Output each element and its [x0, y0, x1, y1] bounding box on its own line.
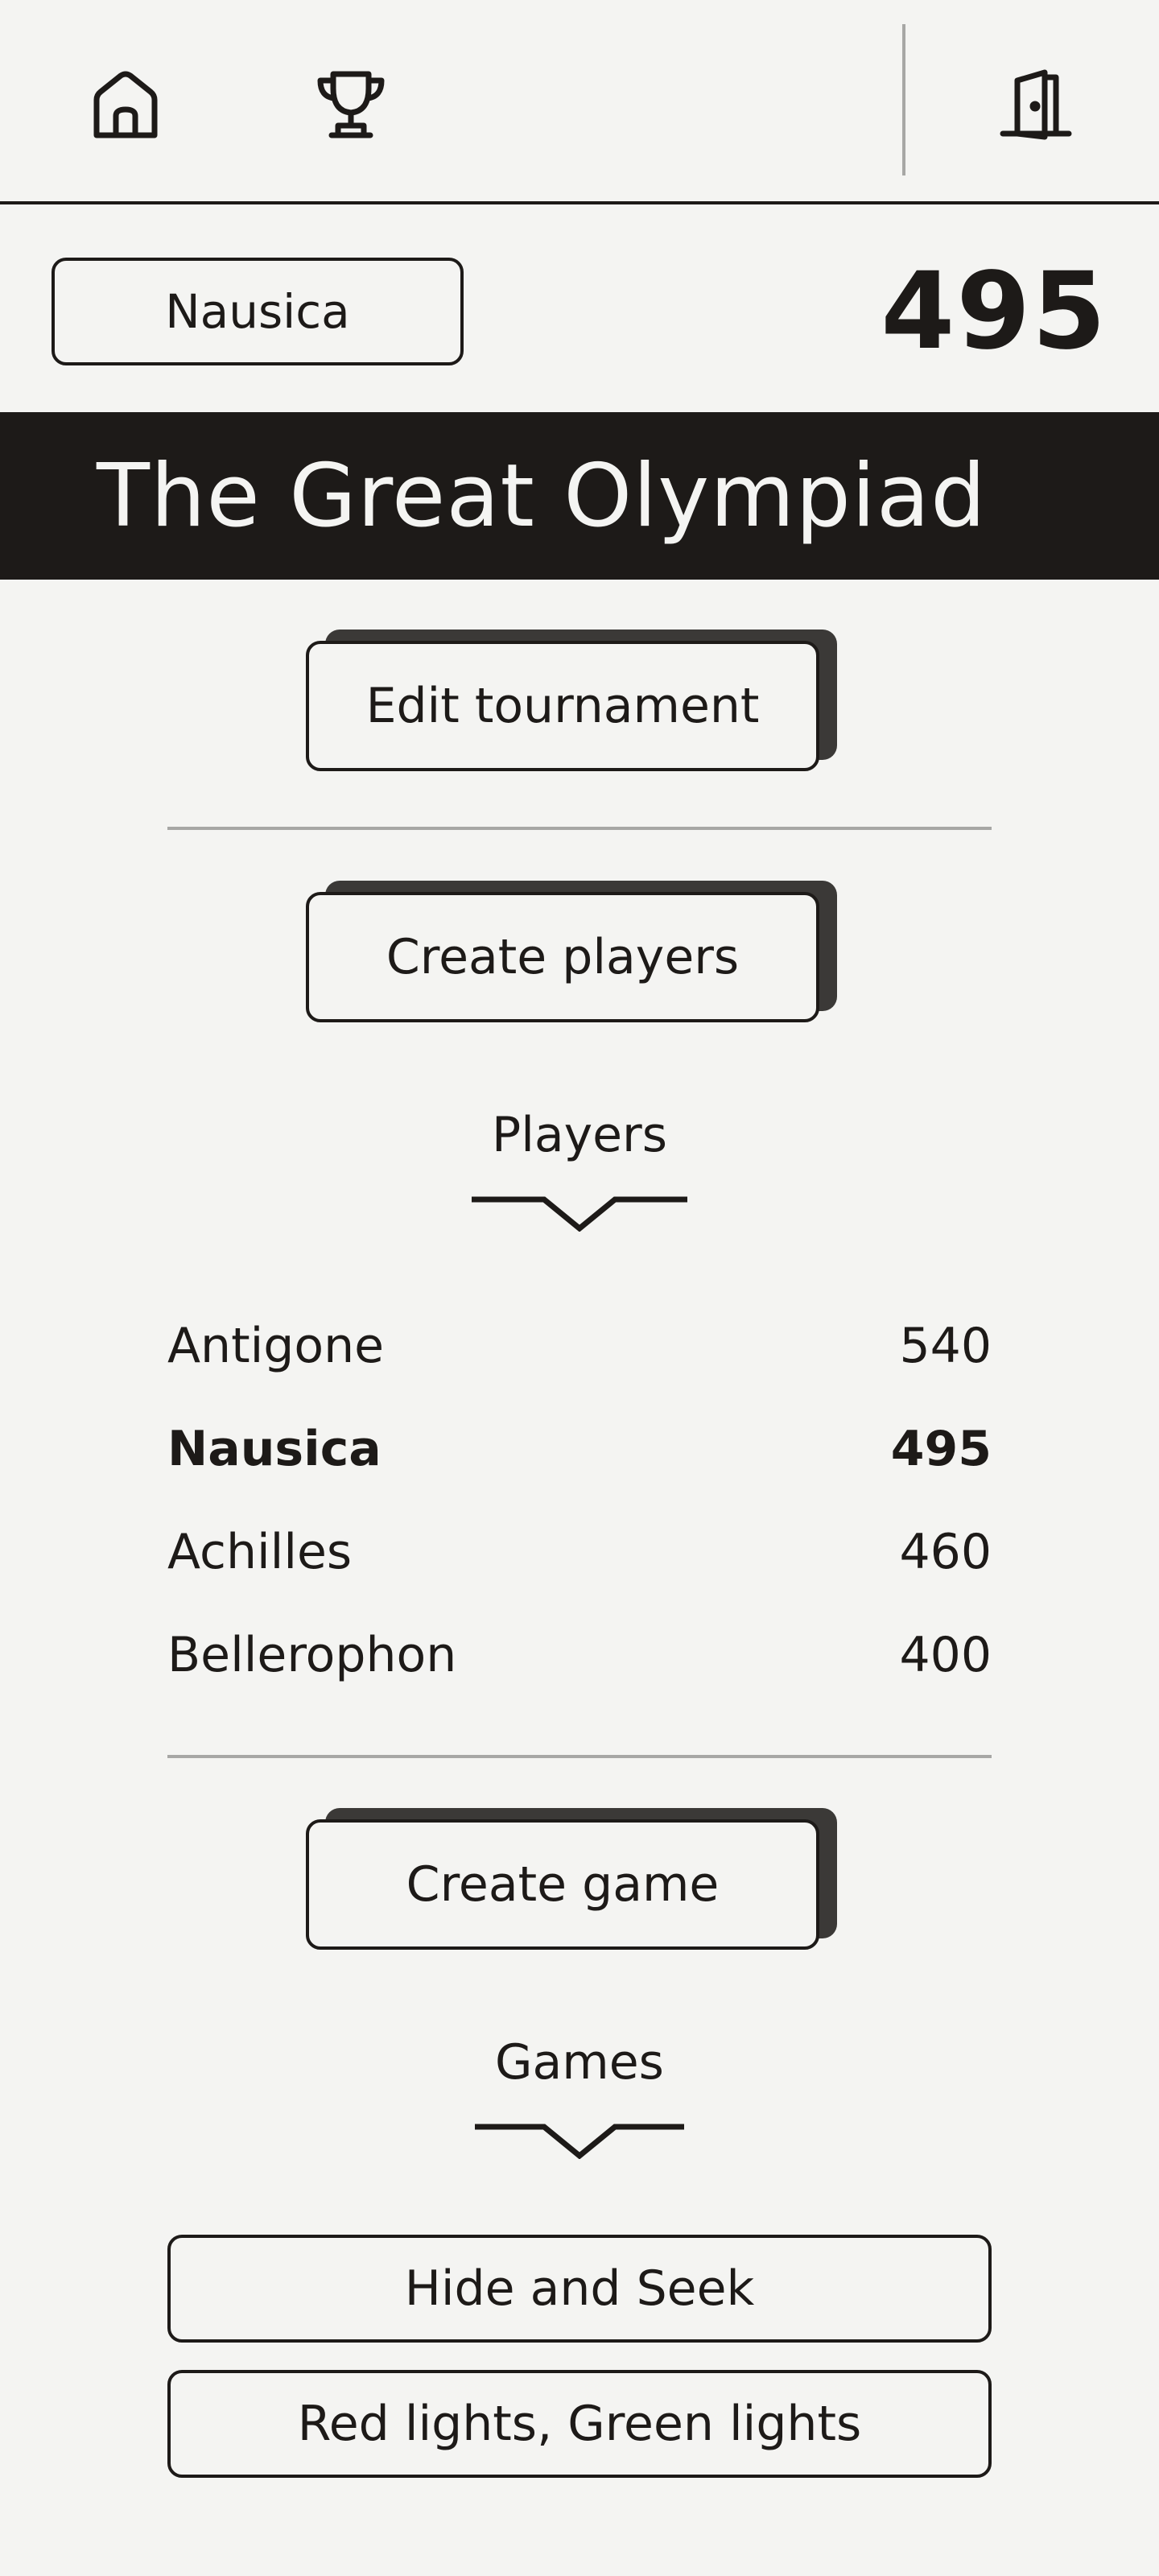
- game-item-button[interactable]: Hide and Seek: [167, 2235, 992, 2343]
- section-divider: [167, 1755, 992, 1758]
- nav-divider: [902, 24, 905, 175]
- current-user-score: 495: [881, 250, 1107, 374]
- player-row[interactable]: Antigone 540: [167, 1306, 992, 1386]
- home-button[interactable]: [69, 48, 182, 161]
- chevron-down-icon[interactable]: [467, 2111, 692, 2159]
- leaderboard-button[interactable]: [295, 48, 407, 161]
- player-score: 540: [899, 1318, 992, 1374]
- player-name: Bellerophon: [167, 1627, 457, 1683]
- game-item-button[interactable]: Red lights, Green lights: [167, 2370, 992, 2478]
- create-game-button[interactable]: Create game: [306, 1819, 819, 1950]
- create-players-button-wrap: Create players: [306, 881, 837, 1022]
- trophy-icon: [317, 71, 385, 138]
- exit-button[interactable]: [979, 48, 1091, 161]
- player-row[interactable]: Bellerophon 400: [167, 1615, 992, 1695]
- tournament-title-banner: The Great Olympiad: [0, 412, 1159, 580]
- edit-tournament-button[interactable]: Edit tournament: [306, 641, 819, 771]
- player-name: Nausica: [167, 1421, 382, 1477]
- player-score: 495: [890, 1421, 992, 1477]
- player-name: Achilles: [167, 1524, 353, 1580]
- create-players-button[interactable]: Create players: [306, 892, 819, 1022]
- player-row-current-user[interactable]: Nausica 495: [167, 1409, 992, 1489]
- tournament-page: Nausica 495 The Great Olympiad Edit tour…: [0, 0, 1159, 2576]
- chevron-down-icon[interactable]: [467, 1183, 692, 1232]
- tournament-title: The Great Olympiad: [97, 445, 987, 547]
- section-divider: [167, 827, 992, 830]
- edit-tournament-button-wrap: Edit tournament: [306, 630, 837, 771]
- top-nav-bar: [0, 0, 1159, 204]
- home-icon: [93, 71, 158, 138]
- players-section-title: Players: [492, 1107, 667, 1163]
- create-game-button-wrap: Create game: [306, 1808, 837, 1950]
- games-section-title: Games: [495, 2034, 664, 2091]
- player-row[interactable]: Achilles 460: [167, 1512, 992, 1592]
- current-user-chip[interactable]: Nausica: [52, 258, 464, 365]
- player-score: 400: [899, 1627, 992, 1683]
- door-exit-icon: [1000, 69, 1072, 140]
- player-score: 460: [899, 1524, 992, 1580]
- player-name: Antigone: [167, 1318, 385, 1374]
